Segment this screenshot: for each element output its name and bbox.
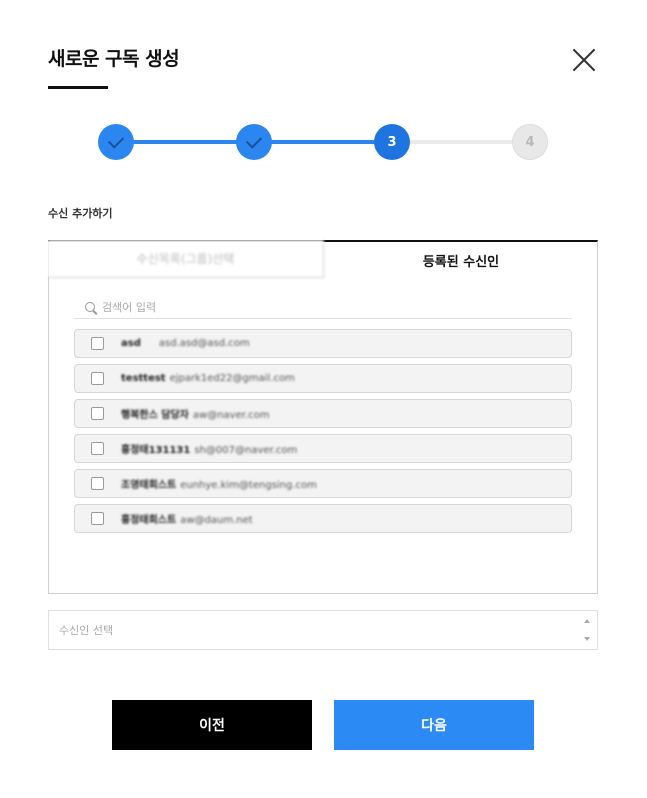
tab-registered-recipients[interactable]: 등록된 수신인 — [324, 240, 598, 280]
recipient-label: asd asd.asd@asd.com — [121, 338, 250, 349]
list-item[interactable]: 행복한스 담당자 aw@naver.com — [74, 399, 572, 428]
recipient-email: ejpark1ed22@gmail.com — [169, 373, 295, 384]
check-icon — [245, 132, 263, 149]
recipient-checkbox[interactable] — [91, 512, 104, 525]
recipient-label: 행복한스 담당자 aw@naver.com — [121, 406, 269, 421]
list-item[interactable]: testtest ejpark1ed22@gmail.com — [74, 364, 572, 393]
select-scroll-arrows[interactable] — [583, 615, 593, 645]
tab-recipient-groups[interactable]: 수신목록(그룹)선택 — [48, 240, 324, 278]
select-placeholder: 수신인 선택 — [59, 624, 114, 637]
recipient-label: testtest ejpark1ed22@gmail.com — [121, 373, 295, 384]
section-label: 수신 추가하기 — [48, 207, 113, 220]
arrow-up-icon[interactable] — [584, 619, 590, 623]
modal-title: 새로운 구독 생성 — [48, 48, 180, 70]
step-2-completed — [236, 124, 272, 160]
recipient-email: aw@naver.com — [192, 410, 270, 421]
recipient-email: asd.asd@asd.com — [158, 338, 250, 349]
arrow-down-icon[interactable] — [584, 637, 590, 641]
search-bar — [74, 296, 572, 319]
search-icon — [85, 302, 95, 312]
next-button[interactable]: 다음 — [334, 700, 534, 750]
close-icon[interactable] — [568, 44, 600, 76]
recipient-email: eunhye.kim@tengsing.com — [180, 480, 317, 491]
list-item[interactable]: 홍정태131131 sh@007@naver.com — [74, 434, 572, 463]
recipient-checkbox[interactable] — [91, 477, 104, 490]
step-4-upcoming: 4 — [512, 124, 548, 160]
recipient-name: 홍정태131131 — [121, 445, 191, 456]
list-item[interactable]: asd asd.asd@asd.com — [74, 329, 572, 358]
recipient-name: testtest — [121, 373, 166, 384]
title-underline — [48, 86, 108, 89]
recipient-email: aw@daum.net — [180, 515, 253, 526]
search-input[interactable] — [102, 300, 502, 314]
recipient-checkbox[interactable] — [91, 337, 104, 350]
recipient-select[interactable]: 수신인 선택 — [48, 610, 598, 650]
recipient-checkbox[interactable] — [91, 407, 104, 420]
prev-button[interactable]: 이전 — [112, 700, 312, 750]
recipient-checkbox[interactable] — [91, 372, 104, 385]
check-icon — [107, 132, 125, 149]
recipient-checkbox[interactable] — [91, 442, 104, 455]
list-item[interactable]: 홍정태회스트 aw@daum.net — [74, 504, 572, 533]
recipient-name: 행복한스 담당자 — [121, 410, 189, 421]
step-3-current: 3 — [374, 124, 410, 160]
list-item[interactable]: 조영태회스트 eunhye.kim@tengsing.com — [74, 469, 572, 498]
recipient-label: 홍정태회스트 aw@daum.net — [121, 511, 253, 526]
recipient-name: asd — [121, 338, 141, 349]
stepper-remaining-line — [392, 140, 530, 144]
recipient-label: 홍정태131131 sh@007@naver.com — [121, 441, 297, 456]
recipient-name: 조영태회스트 — [121, 480, 177, 491]
step-1-completed — [98, 124, 134, 160]
recipient-name: 홍정태회스트 — [121, 515, 177, 526]
recipient-email: sh@007@naver.com — [194, 445, 298, 456]
recipient-label: 조영태회스트 eunhye.kim@tengsing.com — [121, 476, 317, 491]
